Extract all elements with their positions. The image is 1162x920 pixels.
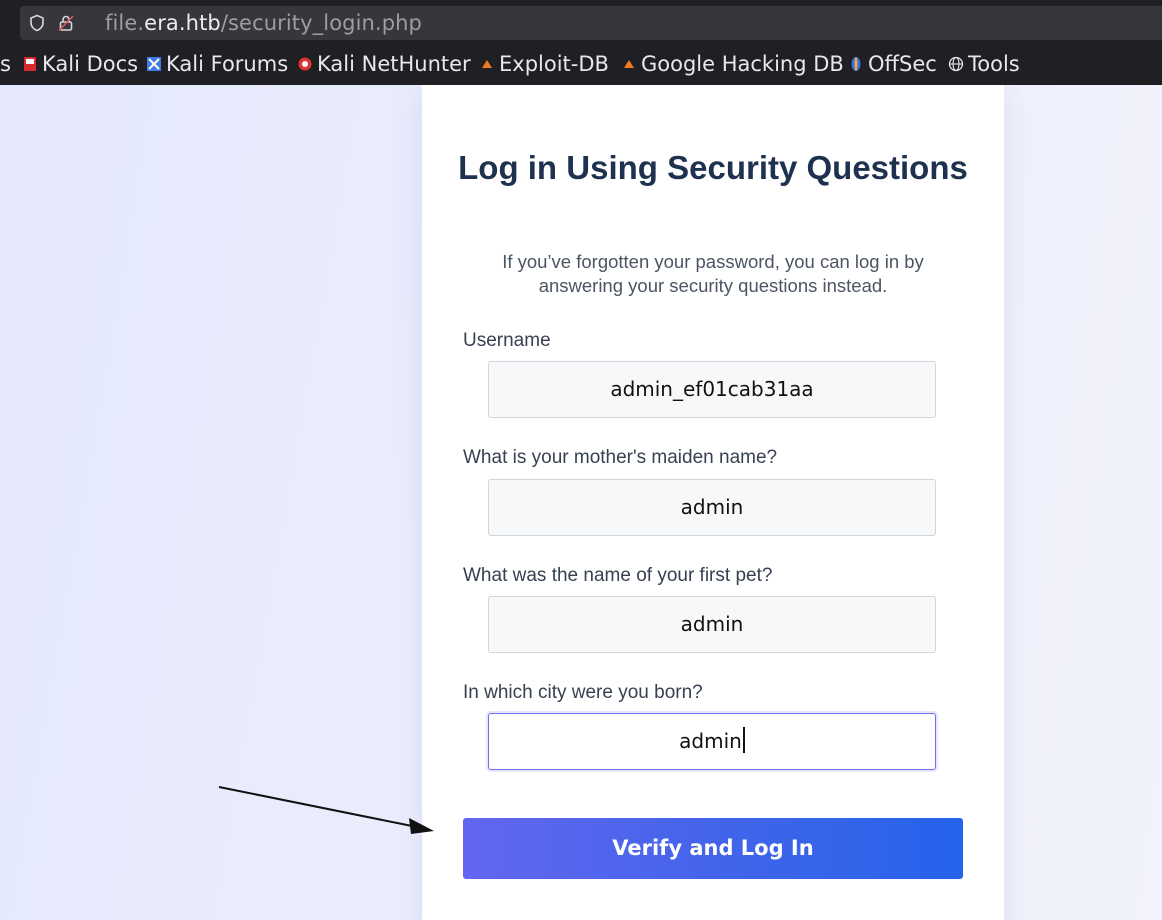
security-login-card: Log in Using Security Questions If you’v… <box>422 85 1004 920</box>
url-subdomain: file. <box>105 11 145 35</box>
page-title: Log in Using Security Questions <box>458 149 968 186</box>
insecure-lock-icon[interactable] <box>57 14 75 32</box>
url-path: /security_login.php <box>220 11 422 35</box>
url-host: era.htb <box>144 11 221 35</box>
birth-city-value: admin <box>679 729 742 753</box>
bookmark-exploit-db[interactable]: Exploit-DB <box>479 50 609 78</box>
verify-login-button[interactable]: Verify and Log In <box>463 818 963 879</box>
birth-city-label: In which city were you born? <box>463 682 703 703</box>
bookmark-tools[interactable]: Tools <box>948 50 1020 78</box>
url-bar[interactable]: file.era.htb/security_login.php <box>20 6 1162 40</box>
google-hacking-db-icon <box>624 60 634 68</box>
text-caret <box>742 727 745 753</box>
birth-city-input[interactable]: admin <box>488 713 936 770</box>
mother-maiden-name-input[interactable]: admin <box>488 479 936 536</box>
browser-url-row: file.era.htb/security_login.php <box>0 0 1162 44</box>
globe-icon <box>948 56 964 72</box>
bookmark-label: Google Hacking DB <box>641 52 844 76</box>
mother-maiden-name-label: What is your mother's maiden name? <box>463 447 778 468</box>
first-pet-value: admin <box>680 612 744 636</box>
bookmark-label: Exploit-DB <box>499 52 609 76</box>
page-subtitle: If you’ve forgotten your password, you c… <box>502 251 924 296</box>
bookmark-label: Kali Forums <box>166 52 289 76</box>
page-background: Log in Using Security Questions If you’v… <box>0 85 1162 920</box>
bookmark-overflow[interactable]: s <box>0 50 11 78</box>
bookmark-offsec[interactable]: OffSec <box>848 50 937 78</box>
shield-icon[interactable] <box>28 14 46 32</box>
kali-docs-icon <box>24 57 36 71</box>
offsec-icon <box>851 57 861 71</box>
bookmark-google-hacking-db[interactable]: Google Hacking DB <box>621 50 844 78</box>
bookmark-label: s <box>0 52 11 76</box>
bookmark-kali-docs[interactable]: Kali Docs <box>22 50 138 78</box>
url-text[interactable]: file.era.htb/security_login.php <box>105 11 422 35</box>
bookmarks-toolbar: s Kali Docs Kali Forums Kali NetHunter E… <box>0 44 1162 86</box>
kali-forums-icon <box>147 57 161 71</box>
kali-nethunter-icon <box>298 57 312 71</box>
bookmark-kali-nethunter[interactable]: Kali NetHunter <box>297 50 471 78</box>
bookmark-kali-forums[interactable]: Kali Forums <box>146 50 288 78</box>
username-input[interactable]: admin_ef01cab31aa <box>488 361 936 418</box>
first-pet-input[interactable]: admin <box>488 596 936 653</box>
username-label: Username <box>463 330 551 351</box>
bookmark-label: OffSec <box>868 52 937 76</box>
bookmark-label: Kali Docs <box>42 52 139 76</box>
bookmark-label: Tools <box>968 52 1020 76</box>
first-pet-label: What was the name of your first pet? <box>463 565 773 586</box>
mother-maiden-name-value: admin <box>680 495 744 519</box>
bookmark-label: Kali NetHunter <box>317 52 471 76</box>
username-value: admin_ef01cab31aa <box>610 377 814 401</box>
exploit-db-icon <box>482 60 492 68</box>
